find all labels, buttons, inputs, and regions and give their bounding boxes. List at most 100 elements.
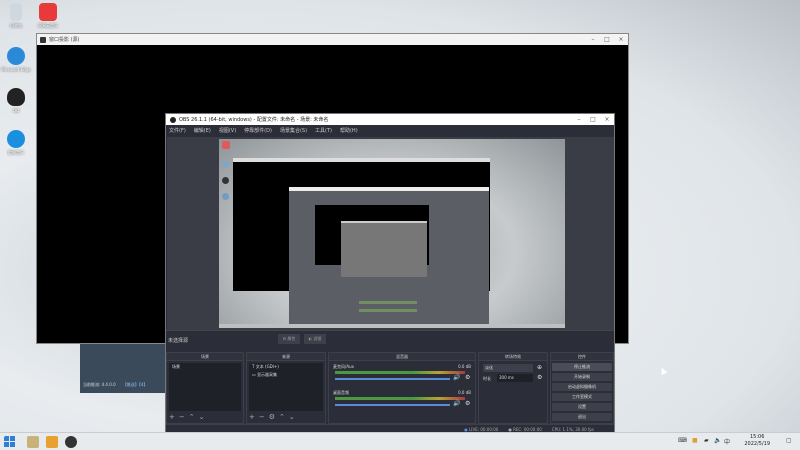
stop-streaming-button[interactable]: 停止推流: [552, 363, 612, 371]
taskbar-app-icon[interactable]: [46, 436, 58, 448]
keyboard-icon[interactable]: ⌨: [678, 437, 687, 444]
source-item[interactable]: T 文本 (GDI+): [249, 363, 323, 371]
gear-icon[interactable]: ⚙: [537, 374, 542, 381]
projector-titlebar[interactable]: 窗口投影 (源) – □ ×: [37, 34, 628, 45]
menu-edit[interactable]: 编辑(E): [194, 127, 211, 134]
text-source-icon: T: [252, 364, 255, 369]
minimize-icon[interactable]: –: [572, 114, 586, 125]
track-db: 0.0 dB: [458, 390, 471, 395]
start-recording-button[interactable]: 开始录制: [552, 373, 612, 381]
sources-list[interactable]: T 文本 (GDI+) ▭ 显示器采集: [249, 363, 323, 411]
taskbar-clock[interactable]: 15:06 2022/5/19: [744, 434, 770, 448]
scenes-list[interactable]: 场景: [169, 363, 241, 411]
no-source-label: 未选择源: [168, 338, 189, 344]
background-window-text: 当前推流: 4.4.0.0 【推送】【4】: [83, 382, 148, 387]
desktop-icon-label: 回收站: [10, 23, 22, 28]
remove-icon[interactable]: −: [259, 413, 265, 421]
controls-dock-title: 控件: [551, 353, 613, 361]
projector-title: 窗口投影 (源): [49, 37, 80, 43]
close-icon[interactable]: ×: [614, 34, 628, 45]
add-transition-icon[interactable]: ⊕: [537, 364, 542, 371]
exit-button[interactable]: 退出: [552, 413, 612, 421]
obs-titlebar[interactable]: OBS 26.1.1 (64-bit, windows) - 配置文件: 未命名…: [166, 114, 614, 125]
preview-canvas: [219, 139, 565, 328]
preview-desktop-icon: [222, 177, 229, 184]
gear-icon[interactable]: ⚙: [465, 400, 470, 407]
speaker-icon[interactable]: 🔊: [453, 400, 460, 407]
background-window[interactable]: 当前推流: 4.4.0.0 【推送】【4】: [80, 344, 166, 393]
volume-meter: [335, 371, 465, 374]
move-up-icon[interactable]: ⌃: [279, 413, 285, 421]
audio-mixer-dock: 混音器 麦克风/Aux 0.0 dB 🔊 ⚙ 桌面音频 0.0 dB 🔊 ⚙: [328, 352, 476, 424]
desktop-icon-netease[interactable]: 网易云音乐: [33, 3, 63, 29]
notification-icon[interactable]: ▢: [786, 437, 792, 444]
desktop-icon-label: QQ: [12, 108, 20, 113]
controls-dock: 控件 停止推流 开始录制 启动虚拟摄像机 工作室模式 设置 退出: [550, 352, 614, 424]
scenes-dock-title: 场景: [167, 353, 243, 361]
scenes-toolbar: + − ⌃ ⌄: [169, 412, 205, 422]
filters-button[interactable]: ◐ 滤镜: [304, 334, 326, 344]
preview-area[interactable]: [167, 137, 614, 330]
obs-app-icon: [40, 36, 46, 43]
volume-slider[interactable]: [335, 378, 450, 380]
speaker-icon[interactable]: 🔊: [453, 374, 460, 381]
desktop-icon-recycle[interactable]: 回收站: [1, 3, 31, 29]
add-icon[interactable]: +: [249, 413, 255, 421]
obs-main-window[interactable]: OBS 26.1.1 (64-bit, windows) - 配置文件: 未命名…: [165, 113, 615, 435]
menu-tools[interactable]: 工具(T): [315, 127, 332, 134]
remove-icon[interactable]: −: [179, 413, 185, 421]
folder-icon[interactable]: ■: [692, 437, 698, 444]
source-item[interactable]: ▭ 显示器采集: [249, 371, 323, 379]
desktop-icon-qq[interactable]: QQ: [1, 88, 31, 113]
obs-taskbar-icon[interactable]: [65, 436, 77, 448]
menu-help[interactable]: 帮助(H): [340, 127, 358, 134]
gear-icon[interactable]: ⚙: [465, 374, 470, 381]
taskbar-app-icon[interactable]: [27, 436, 39, 448]
mixer-track: 麦克风/Aux 0.0 dB 🔊 ⚙: [331, 363, 473, 389]
volume-meter: [335, 397, 465, 400]
settings-button[interactable]: 设置: [552, 403, 612, 411]
gear-icon[interactable]: ⚙: [269, 413, 275, 421]
minimize-icon[interactable]: –: [586, 34, 600, 45]
sources-toolbar: + − ⚙ ⌃ ⌄: [249, 412, 295, 422]
nested-obs: [341, 221, 427, 277]
close-icon[interactable]: ×: [600, 114, 614, 125]
track-name: 麦克风/Aux: [333, 364, 354, 369]
track-name: 桌面音频: [333, 390, 349, 395]
menu-scene-collection[interactable]: 场景集合(S): [280, 127, 307, 134]
menu-view[interactable]: 视图(V): [219, 127, 236, 134]
duration-input[interactable]: 300 ms: [497, 374, 533, 382]
maximize-icon[interactable]: □: [586, 114, 600, 125]
add-icon[interactable]: +: [169, 413, 175, 421]
preview-desktop-icon: [222, 193, 229, 200]
sources-dock: 来源 T 文本 (GDI+) ▭ 显示器采集 + − ⚙ ⌃ ⌄: [246, 352, 326, 424]
netease-music-icon: [39, 3, 57, 21]
windows-start-icon[interactable]: [4, 436, 16, 448]
track-db: 0.0 dB: [458, 364, 471, 369]
desktop-icon-label: Microsoft Edge: [1, 67, 31, 72]
desktop-icon-kugou[interactable]: 酷狗音乐: [1, 130, 31, 156]
studio-mode-button[interactable]: 工作室模式: [552, 393, 612, 401]
properties-button[interactable]: ⚙ 属性: [278, 334, 300, 344]
move-up-icon[interactable]: ⌃: [189, 413, 195, 421]
preview-taskbar: [219, 324, 565, 328]
mixer-track: 桌面音频 0.0 dB 🔊 ⚙: [331, 389, 473, 415]
language-indicator[interactable]: 中: [724, 437, 730, 446]
scene-item[interactable]: 场景: [169, 363, 241, 371]
desktop-icon-label: 酷狗音乐: [8, 150, 24, 155]
move-down-icon[interactable]: ⌄: [199, 413, 205, 421]
virtual-camera-button[interactable]: 启动虚拟摄像机: [552, 383, 612, 391]
menu-docks[interactable]: 停靠部件(D): [244, 127, 272, 134]
network-icon[interactable]: ▰: [704, 437, 709, 444]
desktop-icon-edge[interactable]: Microsoft Edge: [1, 47, 31, 72]
move-down-icon[interactable]: ⌄: [289, 413, 295, 421]
windows-taskbar: ⌨ ■ ▰ 🔈 中 15:06 2022/5/19 ▢: [0, 432, 800, 450]
source-status-bar: 未选择源 ⚙ 属性 ◐ 滤镜: [166, 330, 614, 350]
volume-icon[interactable]: 🔈: [714, 437, 721, 444]
kugou-music-icon: [7, 130, 25, 148]
maximize-icon[interactable]: □: [600, 34, 614, 45]
mixer-dock-title: 混音器: [329, 353, 475, 361]
transition-select[interactable]: 淡化: [483, 364, 533, 372]
volume-slider[interactable]: [335, 404, 450, 406]
menu-file[interactable]: 文件(F): [169, 127, 186, 134]
